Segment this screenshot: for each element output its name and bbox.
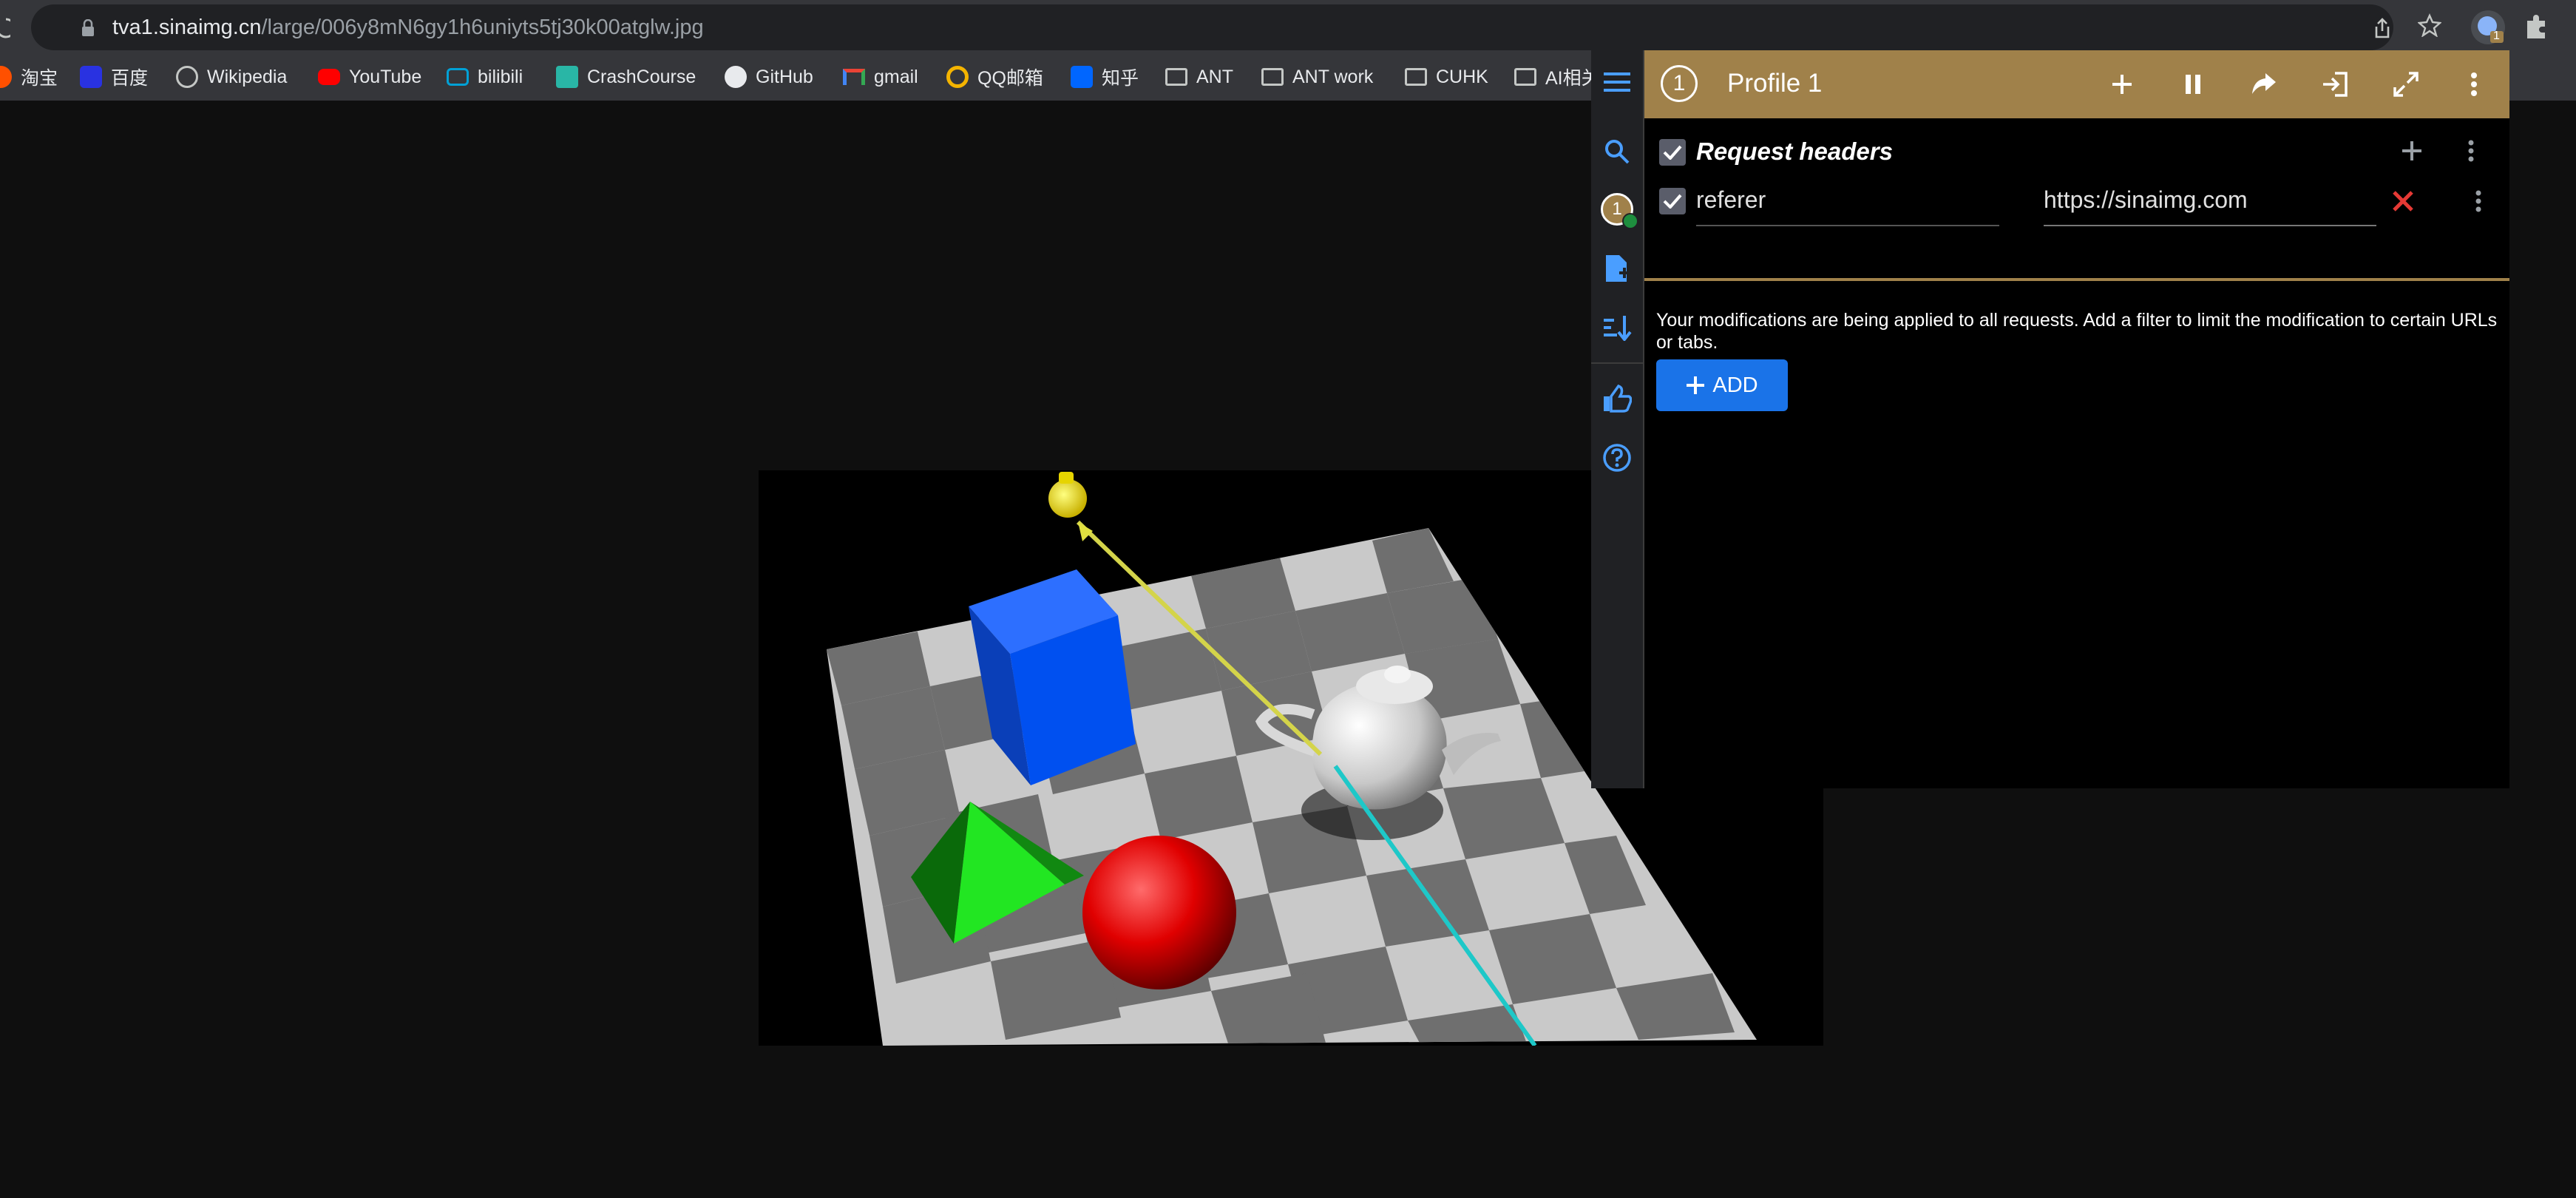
folder-icon	[1261, 68, 1284, 86]
globe-icon	[176, 66, 198, 88]
lock-icon	[82, 19, 94, 36]
bookmark-label: QQ邮箱	[977, 68, 1043, 89]
bookmark-folder-ant[interactable]: ANT	[1165, 62, 1233, 92]
header-name-underline	[1696, 225, 1999, 226]
puzzle-icon[interactable]	[2523, 12, 2549, 40]
checkmark-icon	[1663, 145, 1682, 160]
bookmark-label: CUHK	[1436, 66, 1488, 87]
bookmark-label: gmail	[874, 66, 918, 87]
profile-body: Request headers referer https://sinaimg.…	[1644, 118, 2509, 788]
plus-icon	[1687, 376, 1705, 394]
bookmark-label: 淘宝	[21, 68, 58, 89]
bookmark-youtube[interactable]: YouTube	[318, 62, 421, 92]
baidu-icon	[80, 66, 102, 88]
checkmark-icon	[1663, 194, 1682, 209]
modification-notice: Your modifications are being applied to …	[1656, 310, 2498, 353]
profile-badge-icon[interactable]: 1	[1600, 192, 1638, 229]
header-row-more-icon[interactable]	[2462, 185, 2495, 217]
profile-title[interactable]: Profile 1	[1727, 67, 1822, 101]
bookmark-folder-ai[interactable]: AI相关	[1514, 62, 1597, 92]
url-path: /large/006y8mN6gy1h6uniyts5tj30k00atglw.…	[261, 16, 704, 39]
import-icon[interactable]	[2319, 68, 2351, 101]
extension-badge: 1	[2493, 30, 2500, 42]
fullscreen-icon[interactable]	[2390, 68, 2422, 101]
bookmark-label: CrashCourse	[587, 66, 696, 87]
bookmark-baidu[interactable]: 百度	[80, 62, 148, 92]
more-vert-icon[interactable]	[2458, 68, 2490, 101]
bookmark-label: YouTube	[349, 66, 422, 87]
bookmark-label: AI相关	[1545, 68, 1597, 89]
check-circle-icon	[1622, 213, 1638, 229]
profile-badge-number: 1	[1612, 199, 1622, 219]
bookmark-label: bilibili	[478, 66, 523, 87]
request-headers-title: Request headers	[1696, 138, 1893, 165]
help-icon[interactable]	[1600, 441, 1634, 475]
bookmark-github[interactable]: GitHub	[725, 62, 813, 92]
address-bar[interactable]: tva1.sinaimg.cn/large/006y8mN6gy1h6uniyt…	[31, 4, 2393, 50]
delete-header-icon[interactable]	[2387, 185, 2419, 217]
folder-icon	[1165, 68, 1187, 86]
add-file-icon[interactable]	[1600, 251, 1634, 285]
bookmark-label: ANT work	[1292, 66, 1374, 87]
globe-icon	[2478, 16, 2504, 43]
request-headers-checkbox[interactable]	[1659, 139, 1686, 166]
bookmark-label: Wikipedia	[207, 66, 288, 87]
bookmark-wikipedia[interactable]: Wikipedia	[176, 62, 287, 92]
modheader-popup: 1 1 Profile 1 Request headers referer ht…	[1591, 50, 2509, 788]
bookmark-label: 知乎	[1102, 68, 1139, 89]
share-arrow-icon[interactable]	[2248, 68, 2280, 101]
section-divider	[1644, 278, 2509, 281]
bookmark-folder-cuhk[interactable]: CUHK	[1405, 62, 1488, 92]
star-icon[interactable]	[2418, 13, 2441, 37]
add-button-label: ADD	[1712, 373, 1758, 397]
header-value-input[interactable]: https://sinaimg.com	[2044, 186, 2376, 214]
bookmark-label: 百度	[111, 68, 149, 89]
pause-icon[interactable]	[2177, 68, 2209, 101]
sidebar-divider	[1591, 362, 1643, 364]
bookmark-taobao[interactable]: 淘宝	[0, 62, 58, 92]
taobao-icon	[0, 66, 12, 88]
add-filter-button[interactable]: ADD	[1656, 359, 1788, 411]
crashcourse-icon	[556, 66, 578, 88]
zhihu-icon	[1071, 66, 1093, 88]
bookmarks-bar: 淘宝 百度 Wikipedia YouTube bilibili CrashCo…	[0, 56, 1597, 98]
github-icon	[725, 66, 747, 88]
bookmark-crashcourse[interactable]: CrashCourse	[556, 62, 696, 92]
search-icon[interactable]	[1600, 135, 1634, 169]
header-name-input[interactable]: referer	[1696, 186, 2044, 214]
bookmark-bilibili[interactable]: bilibili	[447, 62, 523, 92]
bookmark-zhihu[interactable]: 知乎	[1071, 62, 1139, 92]
sort-icon[interactable]	[1600, 311, 1634, 345]
thumbs-up-icon[interactable]	[1600, 382, 1634, 416]
url-text[interactable]: tva1.sinaimg.cn/large/006y8mN6gy1h6uniyt…	[112, 13, 704, 41]
folder-icon	[1514, 68, 1536, 86]
qqmail-icon	[946, 66, 969, 88]
bookmark-gmail[interactable]: gmail	[843, 62, 918, 92]
add-header-icon[interactable]	[2396, 135, 2428, 167]
header-row-checkbox[interactable]	[1659, 188, 1686, 214]
profile-number-icon[interactable]: 1	[1661, 65, 1698, 102]
profile-header: 1 Profile 1	[1644, 50, 2509, 118]
bilibili-icon	[447, 68, 469, 86]
extension-sidebar: 1	[1591, 50, 1644, 788]
modheader-extension-icon[interactable]: 1	[2471, 10, 2505, 44]
url-host: tva1.sinaimg.cn	[112, 16, 262, 39]
bookmark-label: ANT	[1196, 66, 1233, 87]
share-icon[interactable]	[2370, 16, 2394, 40]
bookmark-label: GitHub	[756, 66, 813, 87]
bookmark-qqmail[interactable]: QQ邮箱	[946, 62, 1043, 92]
youtube-icon	[318, 69, 340, 85]
profile-number: 1	[1672, 71, 1686, 95]
header-value-underline	[2044, 225, 2376, 226]
section-more-icon[interactable]	[2455, 135, 2487, 167]
gmail-icon	[843, 69, 865, 85]
reload-icon[interactable]	[0, 15, 10, 40]
add-icon[interactable]	[2106, 68, 2138, 101]
bookmark-folder-ant-work[interactable]: ANT work	[1261, 62, 1373, 92]
menu-icon[interactable]	[1600, 65, 1634, 99]
folder-icon	[1405, 68, 1427, 86]
